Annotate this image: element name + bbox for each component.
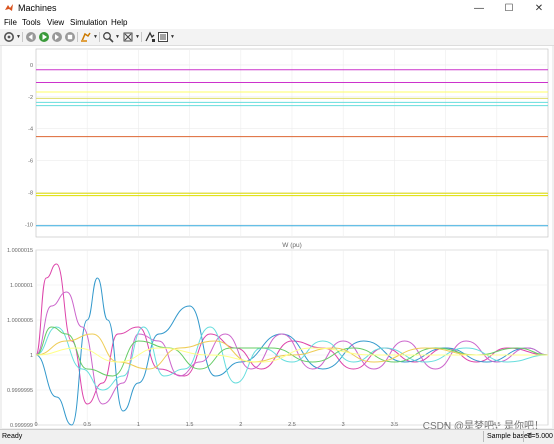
x-tick-label: 0 — [34, 422, 37, 428]
y-tick-label: 1 — [30, 353, 33, 359]
highlight-icon[interactable] — [80, 31, 92, 43]
settings-icon[interactable] — [3, 31, 15, 43]
status-bar: Ready Sample based T=5.000 — [0, 429, 554, 444]
y-tick-label: -2 — [28, 95, 33, 101]
fit-dropdown-icon[interactable]: ▼ — [135, 34, 140, 40]
menu-help[interactable]: Help — [111, 18, 127, 27]
y-tick-label: 0 — [30, 63, 33, 69]
fit-to-view-icon[interactable] — [122, 31, 134, 43]
plot-title: W (pu) — [282, 242, 302, 249]
scope-display: 0 -2 -4 -6 -8 -10 1.0000015 1.000001 1.0000005 1 0… — [2, 46, 552, 429]
window-titlebar: Machines — ☐ ✕ — [0, 0, 554, 17]
window-title: Machines — [18, 3, 57, 13]
y-tick-label: 0.999999 — [10, 423, 33, 428]
minimize-button[interactable]: — — [464, 0, 494, 17]
close-button[interactable]: ✕ — [524, 0, 554, 17]
status-text: Ready — [2, 433, 23, 440]
y-tick-label: -6 — [28, 159, 33, 165]
menu-bar: File Tools View Simulation Help — [0, 17, 554, 29]
cursor-measurement-icon[interactable] — [144, 31, 156, 43]
y-tick-label: -10 — [25, 222, 33, 228]
matlab-app-icon — [5, 4, 13, 11]
y-tick-label: 1.000001 — [10, 283, 33, 289]
run-icon[interactable] — [38, 31, 50, 43]
y-tick-label: 1.0000005 — [7, 318, 33, 324]
toolbar-separator — [77, 32, 78, 42]
toolbar: ▼ ▼ ▼ ▼ ▼ — [0, 29, 554, 46]
stop-icon[interactable] — [64, 31, 76, 43]
zoom-icon[interactable] — [102, 31, 114, 43]
x-tick-label: 2.5 — [288, 422, 296, 428]
menu-view[interactable]: View — [47, 18, 64, 27]
zoom-dropdown-icon[interactable]: ▼ — [115, 34, 120, 40]
legend-icon[interactable] — [157, 31, 169, 43]
x-tick-label: 1.5 — [186, 422, 194, 428]
x-tick-label: 0.5 — [83, 422, 91, 428]
back-icon[interactable] — [25, 31, 37, 43]
menu-file[interactable]: File — [4, 18, 17, 27]
x-tick-label: 3.5 — [391, 422, 399, 428]
y-tick-label: 1.0000015 — [7, 248, 33, 254]
settings-dropdown-icon[interactable]: ▼ — [16, 34, 21, 40]
y-tick-label: -8 — [28, 190, 33, 196]
toolbar-separator — [22, 32, 23, 42]
toolbar-separator — [141, 32, 142, 42]
y-tick-label: -4 — [28, 127, 33, 133]
legend-dropdown-icon[interactable]: ▼ — [170, 34, 175, 40]
step-forward-icon[interactable] — [51, 31, 63, 43]
x-tick-label: 2 — [239, 422, 242, 428]
y-tick-label: 0.9999995 — [7, 388, 33, 394]
maximize-button[interactable]: ☐ — [494, 0, 524, 17]
x-tick-label: 3 — [342, 422, 345, 428]
menu-simulation[interactable]: Simulation — [70, 18, 107, 27]
highlight-dropdown-icon[interactable]: ▼ — [93, 34, 98, 40]
scope-plots: 0 -2 -4 -6 -8 -10 1.0000015 1.000001 1.0000005 1 0… — [7, 48, 549, 429]
x-tick-label: 1 — [137, 422, 140, 428]
menu-tools[interactable]: Tools — [22, 18, 41, 27]
toolbar-separator — [99, 32, 100, 42]
simulation-time-indicator: T=5.000 — [523, 431, 554, 442]
